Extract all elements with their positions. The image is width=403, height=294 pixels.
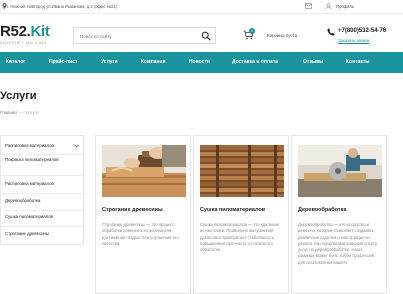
cart-count-badge: 0 <box>249 28 255 34</box>
logo-subtitle: ИНТЕРНЕТ МАГАЗИН <box>0 41 47 45</box>
divider <box>1 154 83 155</box>
chevron-down-icon[interactable] <box>74 144 79 148</box>
divider <box>1 210 83 211</box>
breadcrumb-separator: — <box>18 110 24 115</box>
main-nav: Каталог Прайс-лист Услуги Компания Новос… <box>0 52 403 73</box>
divider <box>1 175 83 176</box>
cart-status-label[interactable]: Корзина пуста <box>267 33 297 38</box>
service-description: Сушка пиломатериалов — это удаление из н… <box>200 222 280 253</box>
nav-item-price-list[interactable]: Прайс-лист <box>49 59 77 65</box>
service-title[interactable]: Строгание древесины <box>102 207 163 213</box>
breadcrumb-current: Услуги <box>25 110 39 115</box>
service-card-drying[interactable]: Сушка пиломатериалов Сушка пиломатериало… <box>193 135 289 294</box>
top-bar: г. Нижний Новгород ул.Ивана Романова, д.… <box>0 0 403 14</box>
search-box <box>73 27 216 44</box>
nav-item-delivery[interactable]: Доставка и оплата <box>232 59 278 65</box>
service-title[interactable]: Деревообработка <box>298 207 346 213</box>
divider <box>1 193 83 194</box>
nav-item-contacts[interactable]: Контакты <box>346 59 370 65</box>
service-description: Деревообработка — это искусство и ремесл… <box>298 222 377 265</box>
logo-main-text: R52. <box>0 23 31 40</box>
nav-item-services[interactable]: Услуги <box>101 59 118 65</box>
user-icon[interactable] <box>325 3 332 10</box>
search-icon[interactable] <box>201 31 211 41</box>
sidebar-item-planing[interactable]: Строгание древесины <box>5 231 49 237</box>
search-input[interactable] <box>80 32 200 40</box>
callback-link[interactable]: Заказать звонок <box>338 38 369 43</box>
nav-item-news[interactable]: Новости <box>189 59 210 65</box>
site-logo[interactable]: R52.Kit <box>0 23 50 40</box>
breadcrumb: Главная — Услуги <box>0 110 39 115</box>
service-image-planing <box>102 145 186 197</box>
divider <box>1 226 83 227</box>
breadcrumb-home[interactable]: Главная <box>0 110 17 115</box>
phone-icon <box>327 28 335 36</box>
nav-item-company[interactable]: Компания <box>141 59 166 65</box>
nav-item-catalog[interactable]: Каталог <box>6 59 25 65</box>
address-text: г. Нижний Новгород ул.Ивана Романова, д.… <box>7 4 118 9</box>
sidebar-item-sawing-2[interactable]: Распиловка материалов <box>5 181 54 187</box>
service-card-planing[interactable]: Строгание древесины Строгание древесины … <box>95 135 191 294</box>
service-image-drying <box>200 145 284 197</box>
service-image-woodworking <box>298 145 382 197</box>
sidebar-item-woodworking[interactable]: Деревообработка <box>5 198 40 204</box>
sidebar-item-painting[interactable]: Покраска пиломатериалов <box>5 157 58 163</box>
service-description: Строгание древесины — это процесс обрабо… <box>102 222 179 246</box>
nav-item-reviews[interactable]: Отзывы <box>303 59 323 65</box>
sidebar-item-sawing[interactable]: Распиловка материалов <box>5 143 54 149</box>
logo-accent-text: Kit <box>30 23 50 40</box>
page-title: Услуги <box>0 90 37 102</box>
mail-icon[interactable] <box>305 3 312 9</box>
service-card-woodworking[interactable]: Деревообработка Деревообработка — это ис… <box>291 135 387 294</box>
phone-number[interactable]: +7(800)532-54-76 <box>338 28 386 34</box>
sidebar-item-drying[interactable]: Сушка пиломатериалов <box>5 214 53 220</box>
services-sidebar: Распиловка материалов Покраска пиломатер… <box>0 135 84 245</box>
profile-link[interactable]: Профиль <box>336 4 354 9</box>
service-title[interactable]: Сушка пиломатериалов <box>200 207 265 213</box>
